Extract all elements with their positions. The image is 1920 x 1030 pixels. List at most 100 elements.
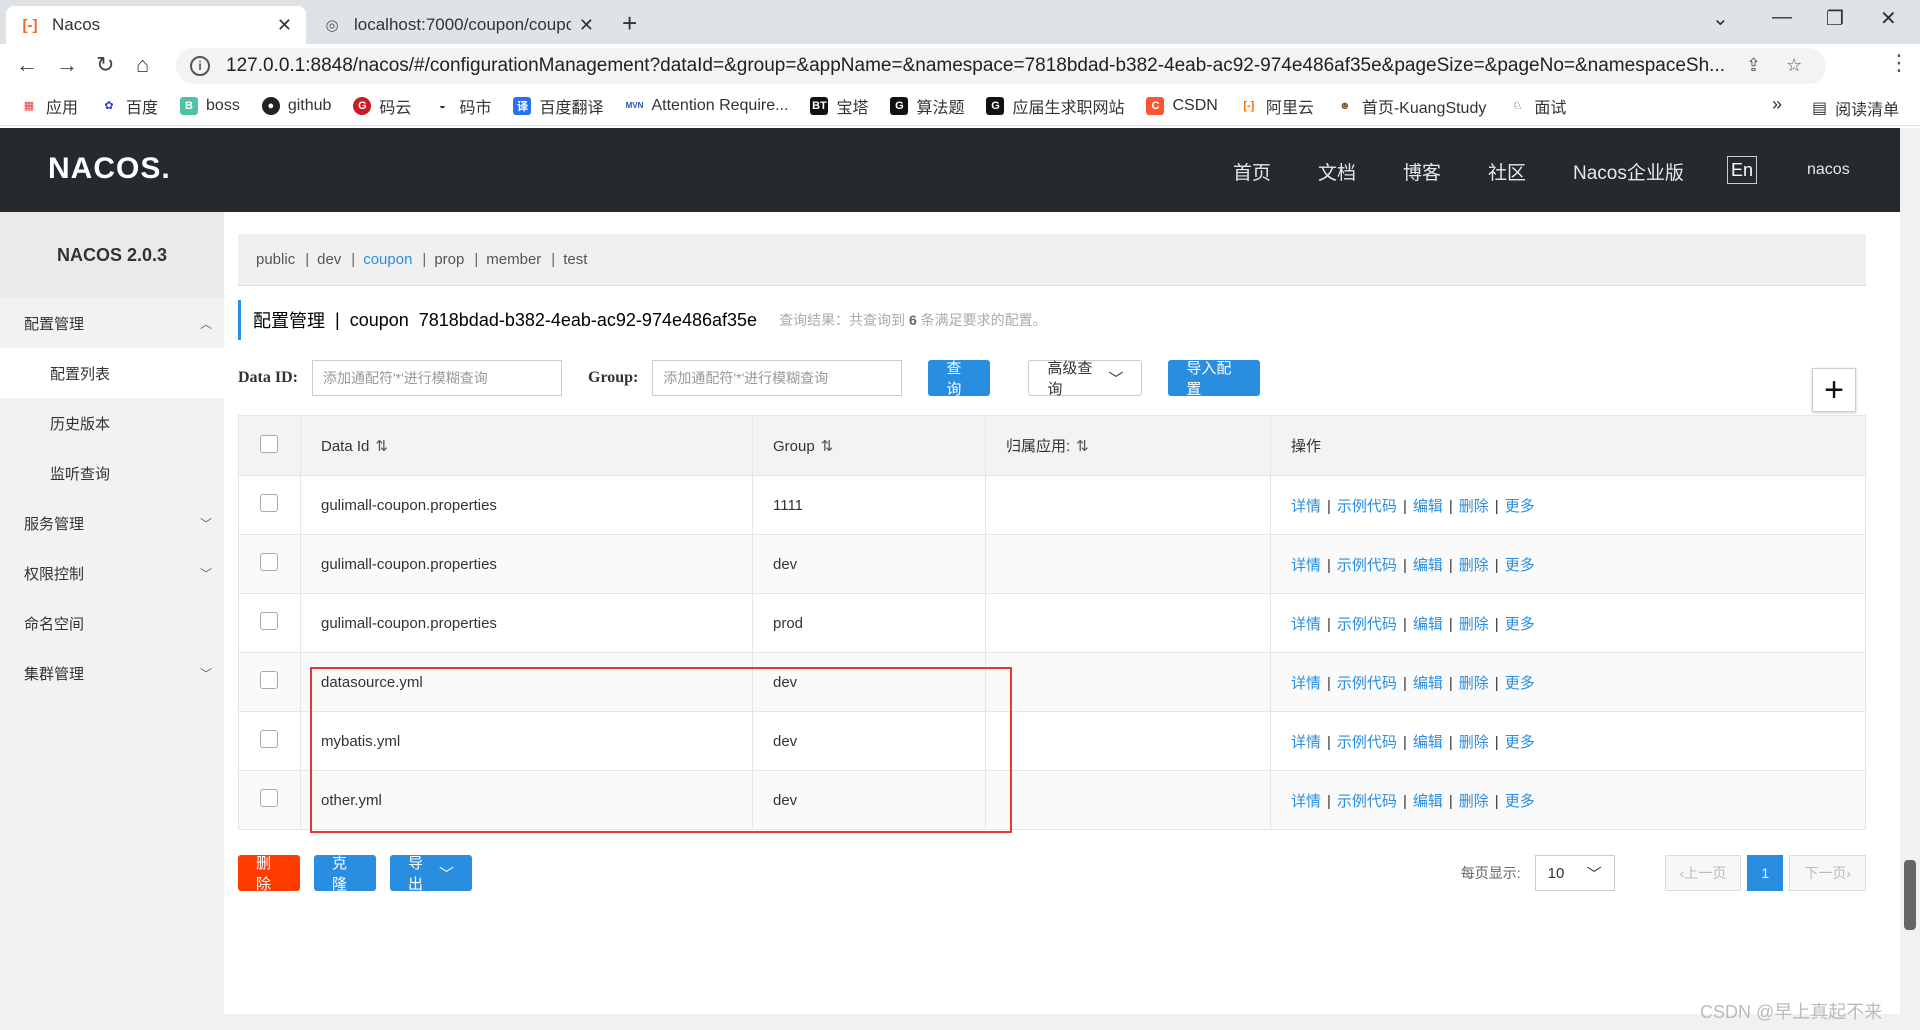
sort-icon[interactable]: ⇅: [375, 438, 388, 455]
new-tab-icon[interactable]: +: [622, 8, 637, 39]
restore-icon[interactable]: ❐: [1826, 6, 1844, 31]
export-button[interactable]: 导出 ﹀: [390, 855, 472, 893]
nacos-logo[interactable]: NACOS.: [48, 152, 171, 186]
namespace-member[interactable]: | member: [474, 251, 541, 268]
op-link[interactable]: 删除: [1459, 793, 1489, 810]
nav-blog[interactable]: 博客: [1403, 158, 1441, 185]
close-icon[interactable]: ✕: [579, 15, 594, 36]
op-link[interactable]: 详情: [1291, 616, 1321, 633]
sidebar-item-config-list[interactable]: 配置列表: [0, 348, 224, 398]
group-input[interactable]: 添加通配符'*'进行模糊查询: [652, 360, 903, 396]
prev-page-button[interactable]: ‹ 上一页: [1664, 855, 1742, 891]
bookmark-algorithms[interactable]: G 算法题: [890, 94, 964, 118]
nav-enterprise[interactable]: Nacos企业版: [1573, 158, 1684, 185]
bookmark-baidu-translate[interactable]: 译百度翻译: [513, 94, 603, 118]
scroll-thumb[interactable]: [1904, 860, 1916, 930]
tab-localhost[interactable]: ◎ localhost:7000/coupon/coupo ✕: [308, 6, 608, 44]
horizontal-scrollbar[interactable]: [224, 1014, 1900, 1030]
namespace-public[interactable]: public: [256, 251, 295, 268]
bookmark-interview[interactable]: ♘ 面试: [1508, 94, 1566, 118]
row-checkbox[interactable]: [260, 553, 278, 571]
row-checkbox[interactable]: [260, 671, 278, 689]
per-page-select[interactable]: 10 ﹀: [1534, 855, 1615, 891]
bookmark-csdn[interactable]: C CSDN: [1146, 96, 1218, 115]
op-link[interactable]: 删除: [1459, 616, 1489, 633]
sidebar-item-service-management[interactable]: 服务管理 ﹀: [0, 498, 224, 548]
op-link[interactable]: 更多: [1505, 675, 1535, 692]
add-config-button[interactable]: +: [1812, 368, 1856, 412]
clone-button[interactable]: 克隆: [314, 855, 376, 893]
sort-icon[interactable]: ⇅: [821, 438, 834, 455]
op-link[interactable]: 示例代码: [1337, 498, 1397, 515]
op-link[interactable]: 详情: [1291, 675, 1321, 692]
info-icon[interactable]: i: [190, 56, 210, 76]
op-link[interactable]: 示例代码: [1337, 793, 1397, 810]
op-link[interactable]: 示例代码: [1337, 616, 1397, 633]
op-link[interactable]: 详情: [1291, 734, 1321, 751]
op-link[interactable]: 示例代码: [1337, 675, 1397, 692]
next-page-button[interactable]: 下一页 ›: [1789, 855, 1866, 891]
op-link[interactable]: 删除: [1459, 675, 1489, 692]
sidebar-item-namespace[interactable]: 命名空间: [0, 598, 224, 648]
row-checkbox[interactable]: [260, 789, 278, 807]
sidebar-item-history[interactable]: 历史版本: [0, 398, 224, 448]
reload-icon[interactable]: ↻: [96, 52, 114, 78]
op-link[interactable]: 编辑: [1413, 793, 1443, 810]
bookmark-aliyun[interactable]: [-] 阿里云: [1240, 94, 1314, 118]
op-link[interactable]: 删除: [1459, 498, 1489, 515]
minimize-icon[interactable]: —: [1772, 6, 1792, 29]
nav-home[interactable]: 首页: [1233, 158, 1271, 185]
row-checkbox[interactable]: [260, 494, 278, 512]
op-link[interactable]: 编辑: [1413, 616, 1443, 633]
select-all-checkbox[interactable]: [260, 434, 278, 453]
nav-docs[interactable]: 文档: [1318, 158, 1356, 185]
bookmark-apps[interactable]: ▦ 应用: [20, 94, 78, 118]
op-link[interactable]: 编辑: [1413, 675, 1443, 692]
advanced-query-button[interactable]: 高级查询 ﹀: [1028, 360, 1143, 398]
op-link[interactable]: 示例代码: [1337, 734, 1397, 751]
column-group[interactable]: Group ⇅: [752, 415, 986, 476]
op-link[interactable]: 删除: [1459, 557, 1489, 574]
bookmark-baidu[interactable]: ✿ 百度: [100, 94, 158, 118]
current-page[interactable]: 1: [1747, 855, 1784, 891]
op-link[interactable]: 更多: [1505, 498, 1535, 515]
op-link[interactable]: 详情: [1291, 498, 1321, 515]
namespace-coupon[interactable]: | coupon: [351, 251, 412, 268]
column-dataid[interactable]: Data Id ⇅: [300, 415, 753, 476]
row-checkbox[interactable]: [260, 612, 278, 630]
menu-kebab-icon[interactable]: ⋮: [1888, 50, 1910, 76]
user-name[interactable]: nacos: [1807, 161, 1850, 179]
bookmark-gitee[interactable]: G 码云: [353, 94, 411, 118]
bookmark-mvn[interactable]: MVN Attention Require...: [625, 97, 789, 115]
address-bar[interactable]: i 127.0.0.1:8848/nacos/#/configurationMa…: [176, 48, 1826, 84]
bookmark-bt[interactable]: BT 宝塔: [810, 94, 868, 118]
namespace-prop[interactable]: | prop: [422, 251, 464, 268]
sidebar-item-config-management[interactable]: 配置管理 ︿: [0, 298, 224, 348]
back-icon[interactable]: ←: [16, 52, 38, 78]
namespace-test[interactable]: | test: [551, 251, 587, 268]
share-icon[interactable]: ⇪: [1746, 55, 1761, 76]
bookmark-star-icon[interactable]: ☆: [1786, 55, 1802, 76]
batch-delete-button[interactable]: 删除: [238, 855, 300, 893]
op-link[interactable]: 更多: [1505, 734, 1535, 751]
dataid-input[interactable]: 添加通配符'*'进行模糊查询: [312, 360, 562, 396]
bookmark-github[interactable]: ● github: [261, 96, 331, 115]
op-link[interactable]: 更多: [1505, 616, 1535, 633]
bookmarks-overflow-icon[interactable]: »: [1772, 94, 1782, 115]
close-icon[interactable]: ✕: [277, 15, 292, 36]
home-icon[interactable]: ⌂: [136, 52, 149, 78]
op-link[interactable]: 更多: [1505, 557, 1535, 574]
bookmark-mashi[interactable]: ◒ 码市: [433, 94, 491, 118]
import-config-button[interactable]: 导入配置: [1168, 360, 1261, 398]
bookmark-kuangstudy[interactable]: ☻ 首页-KuangStudy: [1336, 94, 1486, 118]
op-link[interactable]: 删除: [1459, 734, 1489, 751]
query-button[interactable]: 查询: [928, 360, 991, 398]
nav-community[interactable]: 社区: [1488, 158, 1526, 185]
op-link[interactable]: 编辑: [1413, 734, 1443, 751]
close-window-icon[interactable]: ✕: [1880, 6, 1897, 31]
column-app[interactable]: 归属应用: ⇅: [985, 415, 1271, 476]
tab-search-chevron-icon[interactable]: ⌄: [1712, 6, 1729, 31]
sidebar-item-access-control[interactable]: 权限控制 ﹀: [0, 548, 224, 598]
op-link[interactable]: 详情: [1291, 557, 1321, 574]
row-checkbox[interactable]: [260, 730, 278, 748]
